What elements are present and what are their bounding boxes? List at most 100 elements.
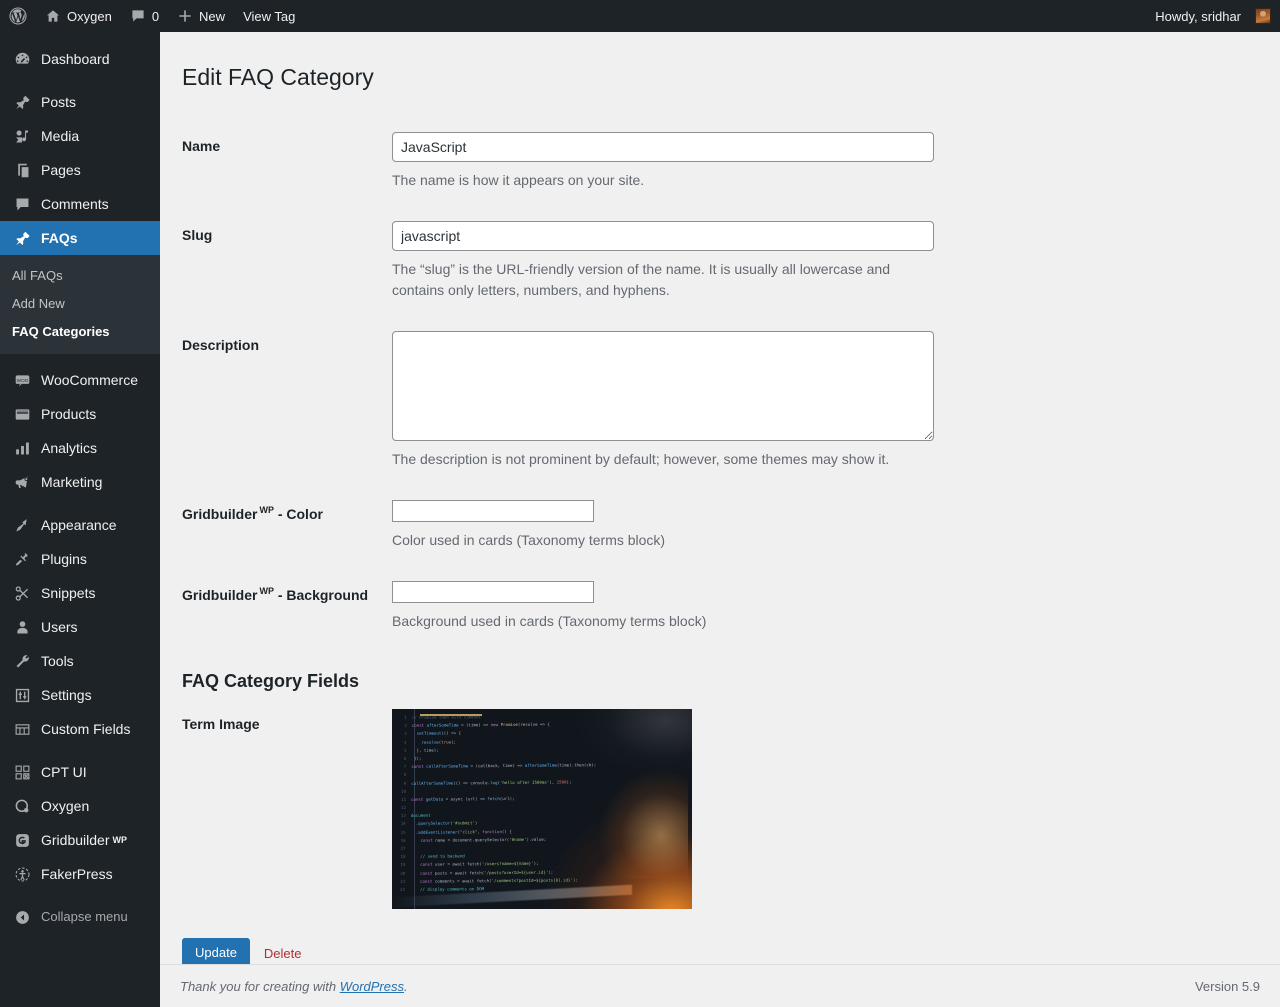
sidebar-top-spacer [0,32,160,42]
sidebar-item-comments[interactable]: Comments [0,187,160,221]
sidebar-item-label: Dashboard [41,51,110,67]
sidebar-item-label: Oxygen [41,798,90,814]
name-input[interactable] [392,131,934,162]
gridbuilder-icon [12,830,32,850]
form-row-slug: Slug The “slug” is the URL-friendly vers… [182,206,967,316]
wordpress-logo-icon [9,7,27,25]
plus-icon [177,8,193,24]
comments-bubble-button[interactable]: 0 [121,0,168,32]
sidebar-item-plugins[interactable]: Plugins [0,542,160,576]
admin-bar: Oxygen 0 New View Tag Howdy, sridhar [0,0,1280,32]
sidebar-item-tools[interactable]: Tools [0,644,160,678]
sidebar-item-label: Posts [41,94,77,110]
sidebar-subitem-faq-categories[interactable]: FAQ Categories [0,318,160,346]
collapse-menu-label: Collapse menu [41,909,128,924]
sidebar-separator [0,746,160,755]
term-image-preview[interactable]: 1// Promise then with timeout 2 const afte… [392,709,692,910]
comment-count: 0 [151,8,160,24]
woo-icon: WOO [12,370,32,390]
gridbuilder-color-input[interactable] [392,499,594,522]
svg-text:WOO: WOO [16,377,28,382]
view-tag-button[interactable]: View Tag [234,0,304,32]
gridbuilder-background-label-main: Gridbuilder [182,586,258,603]
description-label: Description [182,336,260,353]
sidebar-item-products[interactable]: Products [0,397,160,431]
sidebar-subitem-add-new[interactable]: Add New [0,290,160,318]
sidebar-item-label: Gridbuilder [41,832,110,848]
sidebar-item-analytics[interactable]: Analytics [0,431,160,465]
sidebar-item-snippets[interactable]: Snippets [0,576,160,610]
pin-icon [12,228,32,248]
sidebar-item-oxygen[interactable]: Oxygen [0,789,160,823]
dashboard-icon [12,49,32,69]
gridbuilder-background-label: Gridbuilder WP - Background [182,566,382,647]
sidebar-subitem-all-faqs[interactable]: All FAQs [0,262,160,290]
sidebar-item-label: WooCommerce [41,372,138,388]
gridbuilder-color-label: Gridbuilder WP - Color [182,485,382,566]
wordpress-link[interactable]: WordPress [340,979,404,994]
description-textarea[interactable] [392,330,934,441]
slug-input[interactable] [392,220,934,251]
submit-row: Update Delete [182,924,1260,969]
main-content: Edit FAQ Category Name The name is how i… [160,32,1280,1007]
sidebar-item-label: Tools [41,653,74,669]
gridbuilder-color-description: Color used in cards (Taxonomy terms bloc… [392,531,666,548]
gridbuilder-color-label-main: Gridbuilder [182,505,258,522]
sidebar-item-settings[interactable]: Settings [0,678,160,712]
home-icon [45,8,61,24]
description-cell: The description is not prominent by defa… [382,316,967,485]
name-cell: The name is how it appears on your site. [382,117,967,206]
gridbuilder-background-label-tail: - Background [273,586,369,603]
new-content-button[interactable]: New [168,0,234,32]
gridbuilder-color-label-sup: WP [259,505,274,516]
sidebar-item-dashboard[interactable]: Dashboard [0,42,160,76]
content-wrap: Edit FAQ Category Name The name is how i… [160,32,1280,969]
sidebar-item-label: Products [41,406,97,422]
gridbuilder-color-label-tail: - Color [273,505,323,522]
description-hint: The description is not prominent by defa… [392,450,890,467]
sidebar-item-label: FakerPress [41,866,113,882]
cpt-ui-icon [12,762,32,782]
collapse-menu-button[interactable]: Collapse menu [0,900,160,934]
gridbuilder-background-cell: Background used in cards (Taxonomy terms… [382,566,967,647]
footer-thanks: Thank you for creating with WordPress. [180,979,408,994]
gridbuilder-background-input[interactable] [392,580,594,603]
sidebar-item-users[interactable]: Users [0,610,160,644]
my-account-button[interactable]: Howdy, sridhar [1146,0,1280,32]
sidebar-item-marketing[interactable]: Marketing [0,465,160,499]
form-row-name: Name The name is how it appears on your … [182,117,967,206]
term-image-warm-glow-secondary [598,769,688,880]
form-row-gridbuilder-background: Gridbuilder WP - Background Background us… [182,566,967,647]
sidebar-item-custom-fields[interactable]: Custom Fields [0,712,160,746]
site-name-button[interactable]: Oxygen [36,0,121,32]
admin-footer: Thank you for creating with WordPress. V… [160,964,1280,1007]
sidebar-item-appearance[interactable]: Appearance [0,508,160,542]
term-form-table: Name The name is how it appears on your … [182,117,967,647]
settings-icon [12,685,32,705]
sidebar-item-posts[interactable]: Posts [0,85,160,119]
sidebar-item-label: Settings [41,687,92,703]
comment-bubble-icon [130,8,146,24]
footer-version: Version 5.9 [1194,978,1260,994]
name-description: The name is how it appears on your site. [392,171,645,188]
comments-icon [12,194,32,214]
new-label: New [199,8,226,24]
media-icon [12,126,32,146]
slug-description: The “slug” is the URL-friendly version o… [392,260,890,298]
sidebar-item-media[interactable]: Media [0,119,160,153]
sidebar-item-pages[interactable]: Pages [0,153,160,187]
sidebar-item-label: FAQs [41,230,78,246]
wordpress-logo-button[interactable] [0,0,36,32]
sidebar-item-cpt-ui[interactable]: CPT UI [0,755,160,789]
howdy-label: Howdy, sridhar [1155,8,1241,24]
appearance-icon [12,515,32,535]
sidebar-item-woocommerce[interactable]: WOO WooCommerce [0,363,160,397]
sidebar-item-gridbuilder[interactable]: Gridbuilder WP [0,823,160,857]
sidebar-item-faqs[interactable]: FAQs [0,221,168,255]
sidebar-item-label: Snippets [41,585,96,601]
sidebar-item-fakerpress[interactable]: FakerPress [0,857,160,891]
form-row-description: Description The description is not promi… [182,316,967,485]
sidebar-item-label: Users [41,619,78,635]
delete-link[interactable]: Delete [264,946,302,961]
faq-submenu: All FAQs Add New FAQ Categories [0,255,160,354]
